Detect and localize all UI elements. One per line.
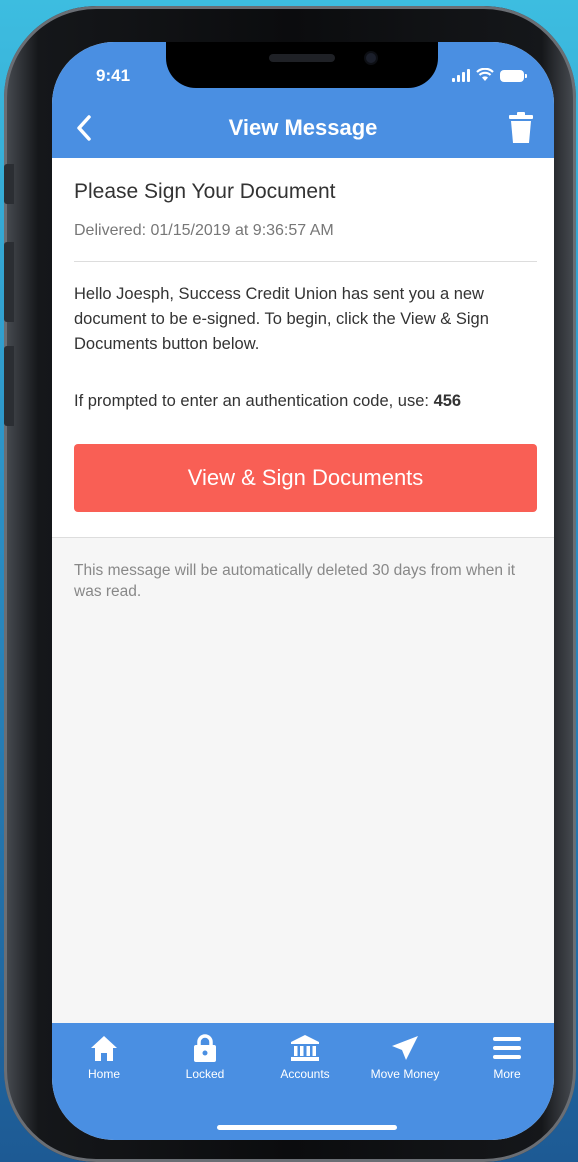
auth-code: 456: [433, 392, 462, 410]
battery-icon: [500, 70, 527, 82]
volume-down-button: [4, 346, 14, 426]
tab-more[interactable]: More: [462, 1033, 552, 1081]
phone-screen: 9:41 View Message Please Sign Your Docum…: [52, 42, 554, 1140]
send-icon: [392, 1036, 418, 1060]
tab-move-money[interactable]: Move Money: [360, 1033, 450, 1081]
tab-locked[interactable]: Locked: [160, 1033, 250, 1081]
speaker-grille: [269, 54, 335, 62]
message-body: Hello Joesph, Success Credit Union has s…: [74, 285, 489, 353]
tab-more-label: More: [493, 1067, 521, 1081]
phone-frame: 9:41 View Message Please Sign Your Docum…: [4, 6, 576, 1162]
tab-locked-label: Locked: [185, 1067, 225, 1081]
cellular-signal-icon: [452, 69, 470, 82]
tab-move-money-label: Move Money: [370, 1067, 440, 1081]
delivered-timestamp: Delivered: 01/15/2019 at 9:36:57 AM: [74, 222, 334, 239]
trash-icon: [509, 112, 533, 143]
message-card: Please Sign Your Document Delivered: 01/…: [52, 158, 554, 538]
status-icons: [452, 68, 527, 82]
menu-icon: [493, 1037, 521, 1059]
home-icon: [91, 1036, 117, 1061]
tab-home[interactable]: Home: [59, 1033, 149, 1081]
front-camera: [364, 51, 378, 65]
status-time: 9:41: [96, 66, 131, 85]
home-indicator: [217, 1125, 397, 1130]
page-title: View Message: [228, 115, 378, 140]
volume-up-button: [4, 242, 14, 322]
auto-delete-notice: This message will be automatically delet…: [74, 562, 516, 600]
bank-icon: [291, 1035, 319, 1061]
tab-accounts-label: Accounts: [280, 1067, 330, 1081]
tab-bar: Home Locked Accounts Move Money More: [52, 1023, 554, 1140]
delete-button[interactable]: [506, 110, 536, 146]
tab-accounts[interactable]: Accounts: [260, 1033, 350, 1081]
auth-code-text: If prompted to enter an authentication c…: [74, 392, 434, 410]
tab-home-label: Home: [87, 1067, 120, 1081]
silent-switch: [4, 164, 14, 204]
message-title: Please Sign Your Document: [74, 180, 336, 203]
auth-code-line: If prompted to enter an authentication c…: [74, 392, 544, 411]
notch: [166, 42, 438, 88]
divider: [74, 261, 537, 262]
wifi-icon: [476, 68, 494, 81]
view-sign-documents-button[interactable]: View & Sign Documents: [74, 444, 537, 512]
lock-icon: [194, 1034, 216, 1062]
nav-bar: View Message: [52, 98, 554, 158]
